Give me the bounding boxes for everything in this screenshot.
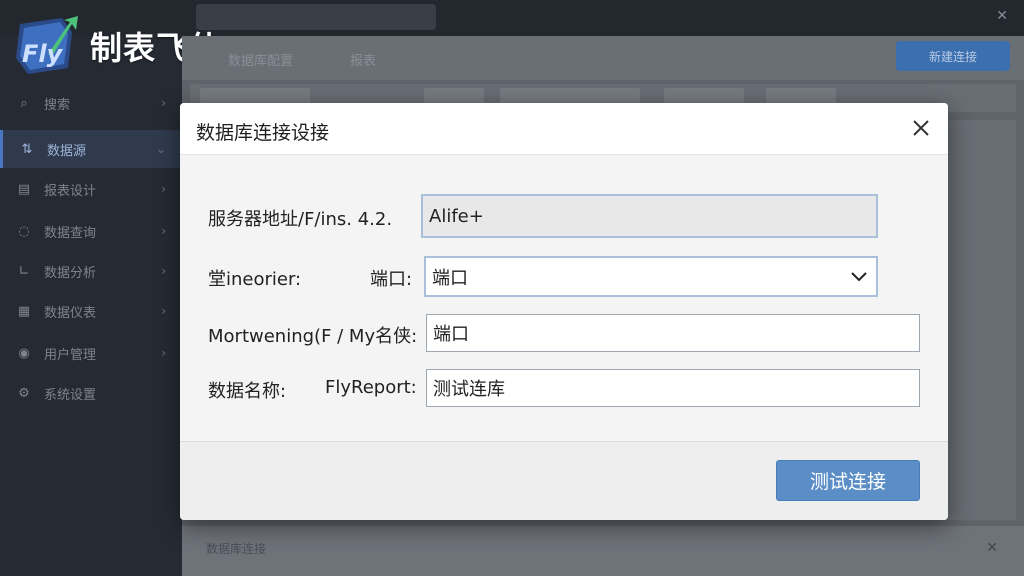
dbname-left-label: 数据名称: [208,381,287,402]
chevron-right-icon: › [161,346,166,360]
bottom-panel-title: 数据库连接 [206,542,267,556]
user-value: 端口 [433,324,469,345]
right-panel [948,120,1016,520]
datasource-icon: ⇅ [21,141,33,157]
port-select[interactable]: 端口 [424,256,878,297]
sidebar-item-datasource[interactable]: ⇅ 数据源 ⌄ [0,130,182,168]
chevron-right-icon: › [161,182,166,196]
sidebar-item-analysis[interactable]: ∟ 数据分析 › [0,252,182,290]
query-icon: ◌ [18,223,30,239]
dbname-label: FlyReport: [325,377,417,398]
db-connection-dialog: 数据库连接设接 服务器地址/F/ins. 4.2. Alife+ 堂ineori… [180,103,948,520]
fly-logo-icon: Fly [16,16,78,74]
window-tab[interactable] [196,4,436,30]
port-value: 端口 [432,267,468,289]
dialog-header: 数据库连接设接 [180,103,948,155]
close-icon [913,120,929,136]
chevron-right-icon: › [161,224,166,238]
port-label: 端口: [370,269,413,290]
sidebar-item-query[interactable]: ◌ 数据查询 › [0,212,182,250]
sidebar-item-label: 搜索 [44,97,71,113]
sidebar-item-label: 系统设置 [44,387,97,403]
toolbar-tab-report[interactable]: 报表 [350,50,376,69]
settings-icon: ⚙ [18,385,30,401]
sidebar-item-label: 数据分析 [44,265,97,281]
chevron-right-icon: › [161,96,166,110]
sidebar-item-user[interactable]: ◉ 用户管理 › [0,334,182,372]
server-value: Alife+ [429,205,484,227]
search-icon: ⌕ [20,95,28,111]
new-connection-button[interactable]: 新建连接 [896,41,1010,71]
chevron-down-icon: ⌄ [155,142,166,156]
report-icon: ▤ [17,181,31,197]
sidebar: ⌕ 搜索 › ⇅ 数据源 ⌄ ▤ 报表设计 › ◌ 数据查询 › ∟ 数据分析 … [0,36,182,576]
svg-text:Fly: Fly [22,40,64,68]
sidebar-item-label: 数据源 [47,143,87,159]
toolbar-tab-dbconfig[interactable]: 数据库配置 [228,50,293,69]
user-label: Mortwening(F / My名侠: [208,326,418,347]
window-controls[interactable]: ✕ [996,8,1008,24]
dbname-value: 测试连库 [433,379,505,400]
chevron-right-icon: › [161,264,166,278]
dialog-title: 数据库连接设接 [196,122,330,144]
server-label: 服务器地址/F/ins. 4.2. [208,209,393,230]
dashboard-icon: ▦ [17,303,31,319]
sidebar-item-dashboard[interactable]: ▦ 数据仪表 › [0,292,182,330]
close-icon[interactable]: ✕ [986,540,998,556]
analysis-icon: ∟ [18,263,30,279]
dbname-field[interactable]: 测试连库 [426,369,920,407]
sidebar-item-search[interactable]: ⌕ 搜索 › [0,84,182,122]
test-connection-button[interactable]: 测试连接 [776,460,920,501]
port-left-label: 堂ineorier: [208,269,302,290]
sidebar-item-label: 数据查询 [44,225,97,241]
sidebar-item-label: 用户管理 [44,347,97,363]
user-icon: ◉ [18,345,30,361]
sidebar-item-settings[interactable]: ⚙ 系统设置 [0,374,182,412]
server-field[interactable]: Alife+ [421,194,878,238]
close-button[interactable] [908,115,934,141]
chevron-down-icon [851,272,867,282]
sidebar-item-report[interactable]: ▤ 报表设计 › [0,170,182,208]
sidebar-item-label: 数据仪表 [44,305,97,321]
sidebar-item-label: 报表设计 [44,183,97,199]
chevron-right-icon: › [161,304,166,318]
bottom-panel [182,526,1024,576]
user-field[interactable]: 端口 [426,314,920,352]
